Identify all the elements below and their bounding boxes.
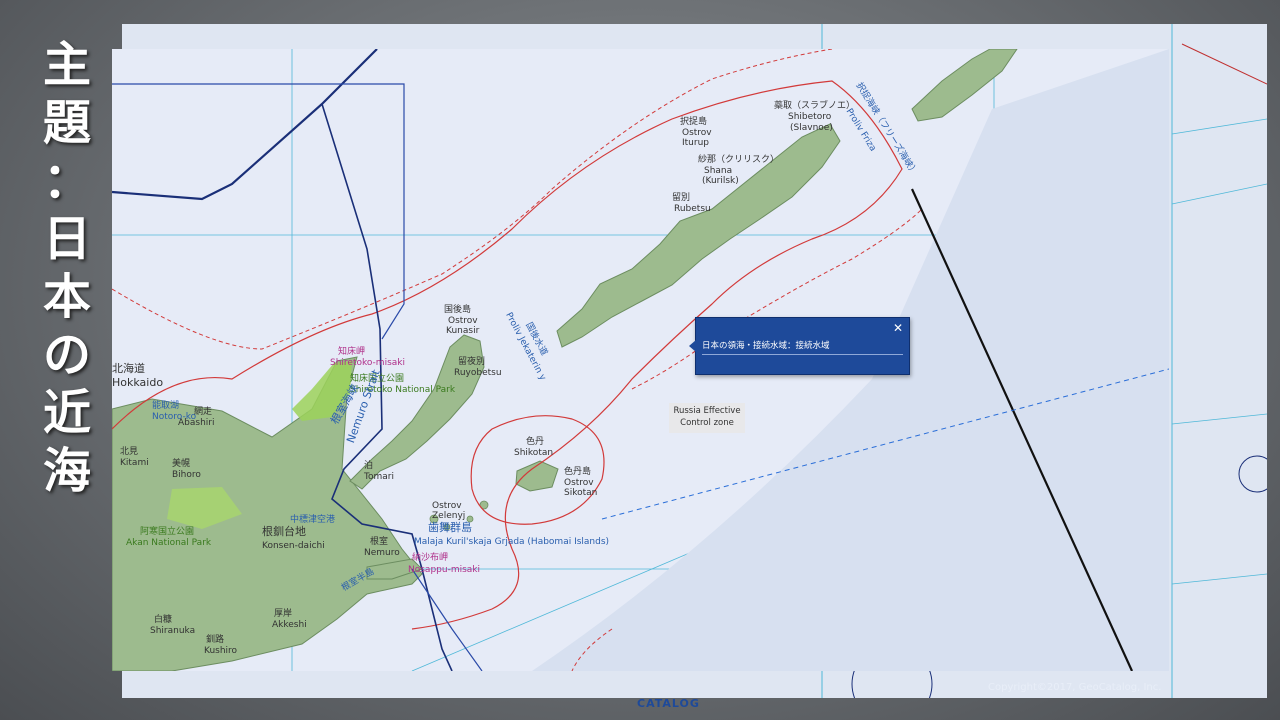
label-shiranuka-en: Shiranuka	[150, 626, 196, 636]
info-popup[interactable]: ✕ 日本の領海・接続水域：接続水域	[689, 317, 910, 375]
label-bihoro-en: Bihoro	[172, 470, 201, 480]
title-char: 近	[42, 385, 91, 441]
russia-control-zone-label: Russia Effective Control zone	[669, 403, 745, 433]
label-rubetsu-en: Rubetsu	[674, 204, 711, 214]
label-hokkaido-ja: 北海道	[112, 362, 145, 375]
label-notoro-en: Notoro-ko	[152, 412, 197, 422]
label-shana-ja: 紗那（クリリスク）	[698, 155, 780, 165]
label-habomai-en: Malaja Kuril'skaja Grjada (Habomai Islan…	[414, 537, 610, 547]
label-konsen-en: Konsen-daichi	[262, 541, 325, 551]
label-kunashir-ja: 国後島	[444, 305, 472, 315]
popup-pointer	[689, 340, 696, 352]
title-char: 主	[42, 37, 91, 93]
label-shikotan-en: Shikotan	[514, 448, 554, 458]
label-rubetsu-ja: 留別	[672, 193, 691, 203]
label-shibetoro-en1: Shibetoro	[788, 112, 832, 122]
title-char: の	[42, 327, 91, 383]
label-abashiri-ja: 網走	[194, 407, 213, 417]
label-kushiro-en: Kushiro	[204, 646, 238, 656]
title-char: ：	[42, 153, 91, 209]
label-nakashibetsu-ja: 中標津空港	[290, 515, 336, 525]
title-char: 海	[42, 443, 91, 499]
label-nosappu-en: Nosappu-misaki	[408, 565, 481, 575]
label-shikotan-island-en2: Sikotan	[564, 488, 598, 498]
label-nemuro-en: Nemuro	[364, 548, 400, 558]
label-akan-en: Akan National Park	[126, 538, 212, 548]
title-char: 題	[42, 95, 91, 151]
slide-title: 主 題 ： 日 本 の 近 海	[34, 36, 100, 500]
label-nosappu-ja: 納沙布岬	[412, 553, 449, 563]
popup-divider	[702, 354, 903, 355]
label-nemuro-ja: 根室	[370, 537, 389, 547]
brand-logo: CATALOG	[637, 697, 700, 710]
label-iturup-ja: 択捉島	[680, 117, 708, 127]
label-shiretoko-misaki-ja: 知床岬	[338, 347, 366, 357]
label-kitami-en: Kitami	[120, 458, 149, 468]
map-graphics	[112, 49, 1169, 671]
label-kitami-ja: 北見	[120, 447, 139, 457]
close-icon[interactable]: ✕	[893, 321, 903, 335]
title-char: 本	[42, 269, 91, 325]
label-zelenyj-en2: Zelenyj	[432, 511, 466, 521]
label-shikotan-island-en1: Ostrov	[564, 478, 594, 488]
label-shibetoro-en2: (Slavnoe)	[790, 123, 833, 133]
popup-text: 日本の領海・接続水域：接続水域	[702, 341, 830, 351]
label-akan-ja: 阿寒国立公園	[140, 527, 195, 537]
label-hokkaido-en: Hokkaido	[112, 376, 164, 389]
label-iturup-en1: Ostrov	[682, 128, 712, 138]
copyright-text: Copyright©2017, GeoCatalog, Inc.	[988, 682, 1162, 693]
label-ruyobetsu-ja: 留夜別	[458, 357, 486, 367]
label-akkeshi-ja: 厚岸	[274, 609, 293, 619]
label-zelenyj-en1: Ostrov	[432, 501, 462, 511]
label-shikotan-island-ja: 色丹島	[564, 467, 592, 477]
label-shikotan-ja: 色丹	[526, 437, 545, 447]
label-bihoro-ja: 美幌	[172, 459, 191, 469]
label-tomari-ja: 泊	[364, 461, 374, 471]
label-habomai-ja: 歯舞群島	[428, 521, 472, 534]
label-shana-en1: Shana	[704, 166, 733, 176]
label-konsen-ja: 根釧台地	[262, 525, 306, 538]
label-tomari-en: Tomari	[364, 472, 394, 482]
label-kunashir-en2: Kunasir	[446, 326, 480, 336]
label-notoro-ja: 能取湖	[152, 401, 180, 411]
label-shiretoko-misaki-en: Shiretoko-misaki	[330, 358, 405, 368]
title-char: 日	[42, 211, 91, 267]
label-akkeshi-en: Akkeshi	[272, 620, 307, 630]
label-shiranuka-ja: 白糠	[154, 615, 173, 625]
zone-label-line2: Control zone	[680, 418, 734, 428]
label-shibetoro-ja: 蘂取（スラブノエ）	[774, 101, 856, 111]
label-kunashir-en1: Ostrov	[448, 316, 478, 326]
label-ruyobetsu-en: Ruyobetsu	[454, 368, 502, 378]
zone-label-line1: Russia Effective	[673, 406, 741, 416]
main-map[interactable]: 北海道 Hokkaido 網走 Abashiri 能取湖 Notoro-ko 北…	[112, 49, 1169, 671]
label-kushiro-ja: 釧路	[206, 635, 225, 645]
label-iturup-en2: Iturup	[682, 138, 710, 148]
label-shana-en2: (Kurilsk)	[702, 176, 739, 186]
